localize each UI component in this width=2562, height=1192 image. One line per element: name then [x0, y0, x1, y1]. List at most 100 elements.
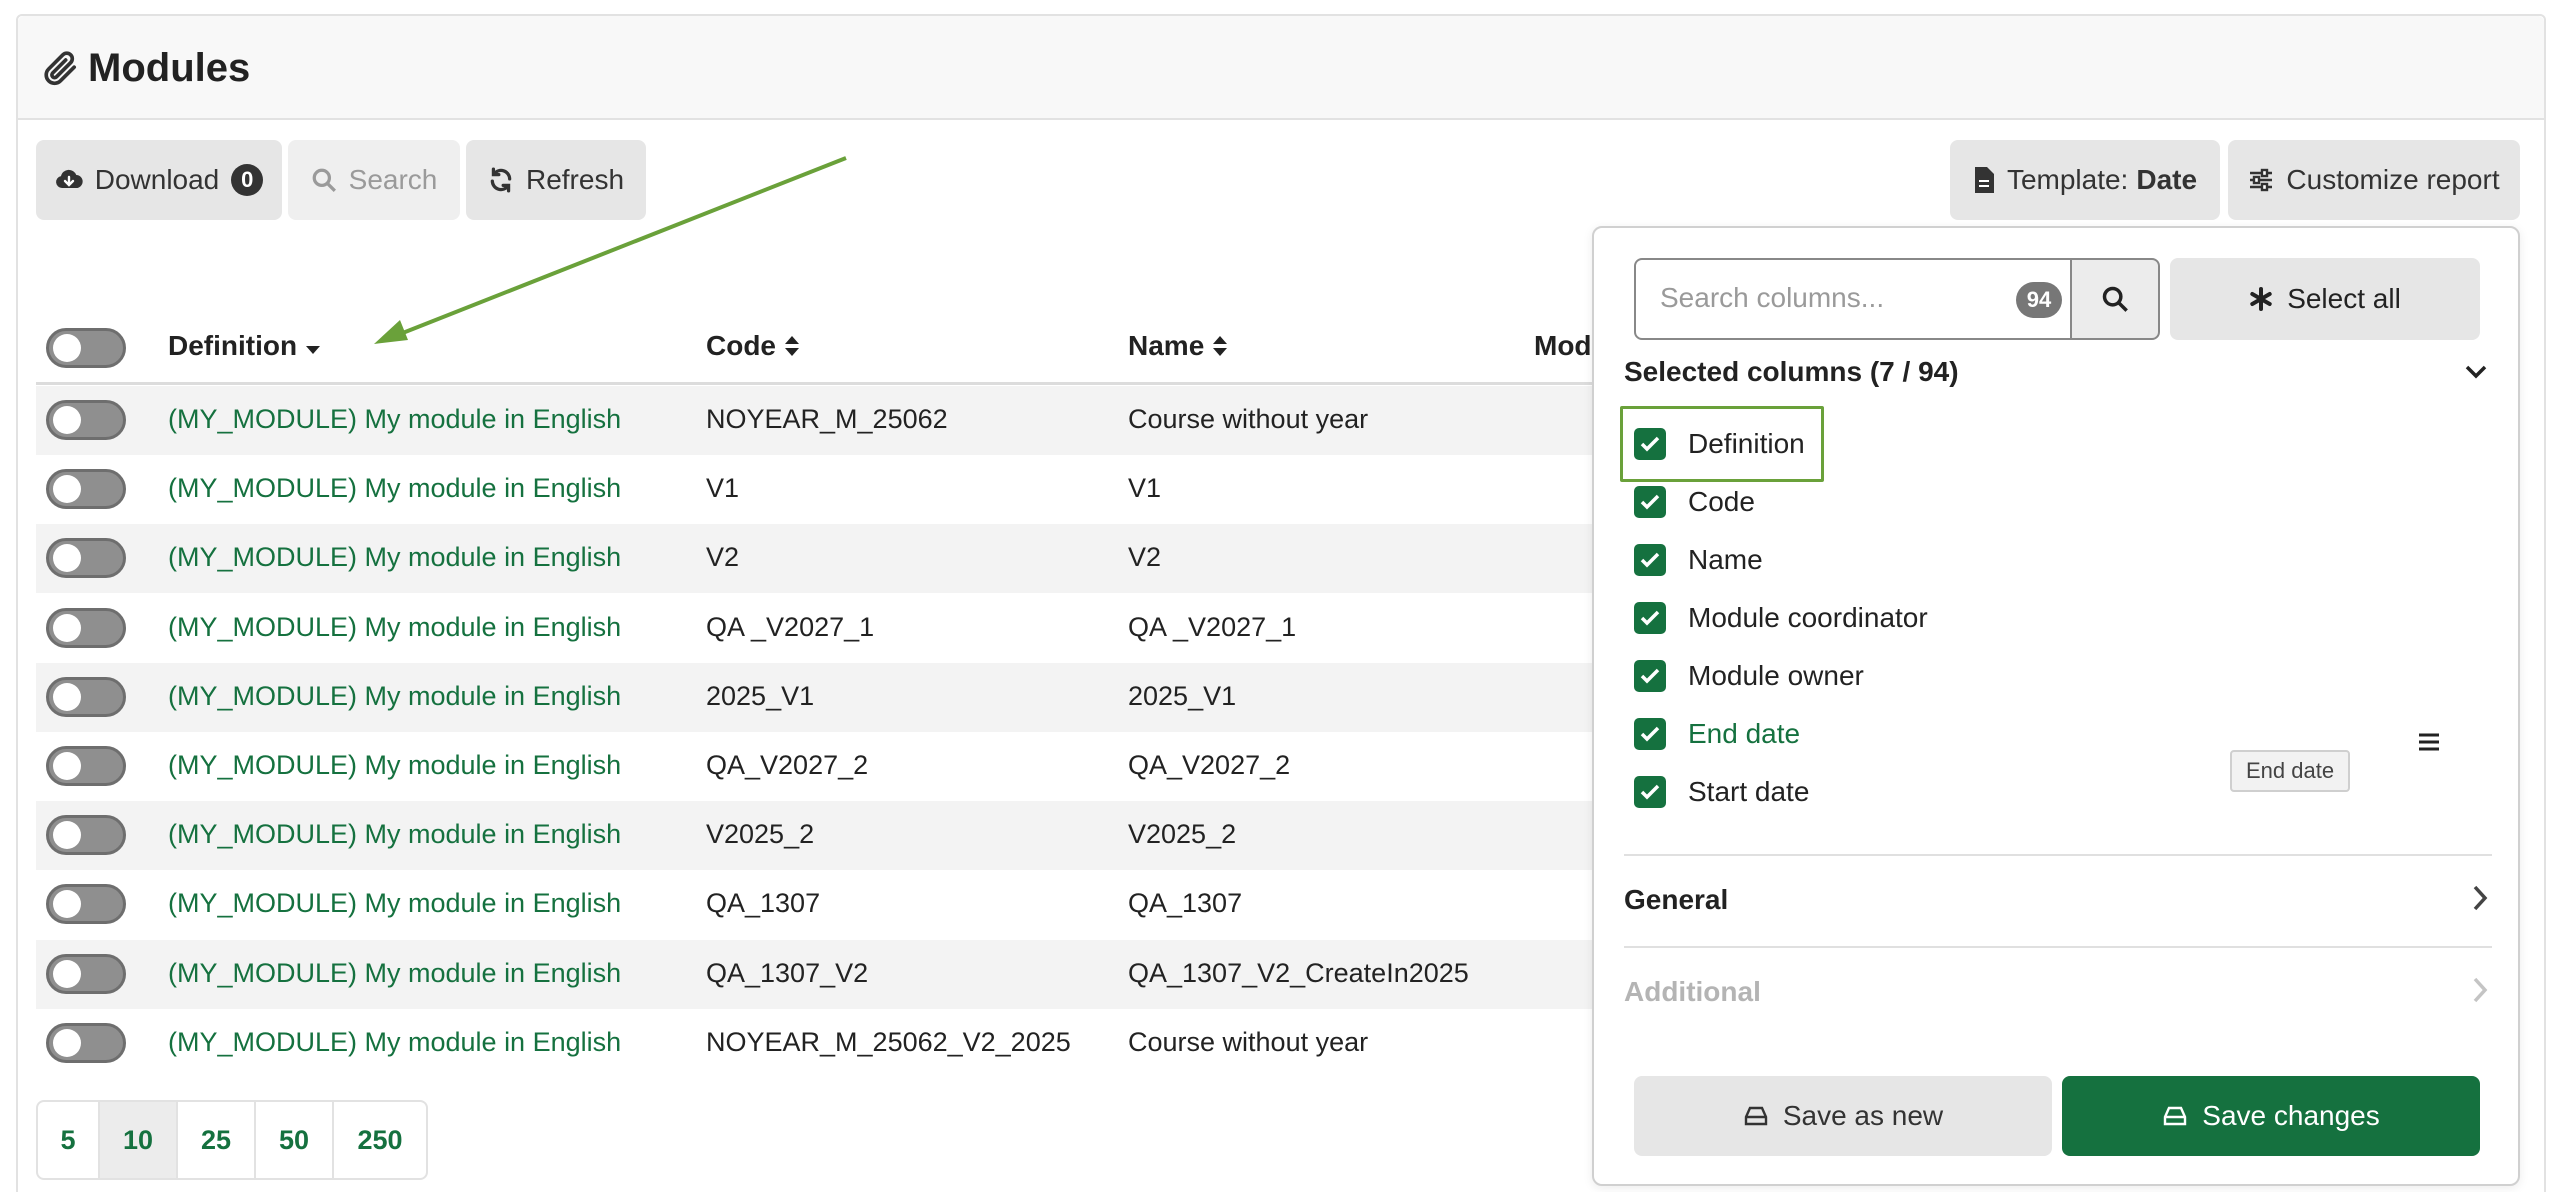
- drag-handle-icon[interactable]: [2418, 732, 2440, 752]
- template-button[interactable]: Template: Date: [1950, 140, 2220, 220]
- column-search-box: 94: [1634, 258, 2084, 340]
- definition-link[interactable]: (MY_MODULE) My module in English: [168, 542, 621, 573]
- name-cell: QA_1307: [1128, 888, 1243, 919]
- chevron-down-icon[interactable]: [2464, 364, 2488, 380]
- checkbox-checked-icon[interactable]: [1634, 776, 1666, 808]
- column-option-name[interactable]: Name: [1634, 540, 1763, 580]
- name-cell: 2025_V1: [1128, 680, 1237, 711]
- checkbox-checked-icon[interactable]: [1634, 718, 1666, 750]
- table-row: (MY_MODULE) My module in English V2025_2 V…: [36, 801, 1596, 871]
- table-row: (MY_MODULE) My module in English V1 V1: [36, 455, 1596, 524]
- sort-icon: [1213, 336, 1228, 356]
- column-header-name-label: Name: [1128, 330, 1205, 361]
- checkbox-checked-icon[interactable]: [1634, 486, 1666, 518]
- column-search-button[interactable]: [2070, 258, 2160, 340]
- table-row: (MY_MODULE) My module in English NOYEAR_M…: [36, 386, 1596, 455]
- select-all-label: Select all: [2287, 283, 2401, 314]
- column-option-definition[interactable]: Definition: [1634, 424, 1805, 464]
- save-changes-button[interactable]: Save changes: [2062, 1076, 2480, 1156]
- chevron-right-icon[interactable]: [2472, 884, 2488, 912]
- code-cell: 2025_V1: [706, 680, 815, 711]
- row-select-toggle[interactable]: [46, 400, 126, 440]
- row-select-toggle[interactable]: [46, 1022, 126, 1063]
- search-icon: [312, 168, 336, 192]
- page-size-50[interactable]: 50: [256, 1102, 334, 1178]
- code-cell: NOYEAR_M_25062_V2_2025: [706, 1026, 1071, 1057]
- search-icon: [2102, 286, 2128, 312]
- select-all-button[interactable]: Select all: [2170, 258, 2480, 340]
- name-cell: QA_1307_V2_CreateIn2025: [1128, 957, 1469, 988]
- name-cell: QA _V2027_1: [1128, 611, 1297, 642]
- row-select-toggle[interactable]: [46, 607, 126, 648]
- name-cell: V2: [1128, 542, 1162, 573]
- definition-link[interactable]: (MY_MODULE) My module in English: [168, 612, 621, 643]
- definition-link[interactable]: (MY_MODULE) My module in English: [168, 404, 621, 435]
- column-header-definition-label: Definition: [168, 330, 298, 361]
- sort-icon: [785, 336, 799, 356]
- save-changes-label: Save changes: [2202, 1100, 2380, 1131]
- section-divider: [1624, 854, 2492, 856]
- definition-link[interactable]: (MY_MODULE) My module in English: [168, 819, 621, 850]
- column-option-end-date[interactable]: End date: [1634, 714, 1800, 754]
- drag-tooltip: End date: [2230, 750, 2351, 792]
- code-cell: QA_1307: [706, 888, 821, 919]
- column-search-input[interactable]: [1660, 282, 2040, 314]
- page-size-10[interactable]: 10: [100, 1102, 178, 1178]
- column-count-badge: 94: [2016, 282, 2062, 318]
- definition-link[interactable]: (MY_MODULE) My module in English: [168, 1027, 621, 1058]
- download-button[interactable]: Download 0: [36, 140, 282, 220]
- column-header-definition[interactable]: Definition: [168, 330, 321, 362]
- row-select-toggle[interactable]: [46, 953, 126, 994]
- row-select-toggle[interactable]: [46, 884, 126, 925]
- selected-columns-title: Selected columns (7 / 94): [1624, 356, 1959, 387]
- definition-link[interactable]: (MY_MODULE) My module in English: [168, 750, 621, 781]
- column-option-module-owner[interactable]: Module owner: [1634, 656, 1864, 696]
- definition-link[interactable]: (MY_MODULE) My module in English: [168, 473, 621, 504]
- download-count-badge: 0: [231, 164, 264, 196]
- column-header-name[interactable]: Name: [1128, 330, 1228, 362]
- chevron-right-icon[interactable]: [2472, 976, 2488, 1004]
- section-general[interactable]: General: [1624, 884, 1728, 916]
- document-icon: [1974, 167, 1994, 193]
- code-cell: V2025_2: [706, 819, 815, 850]
- column-option-start-date[interactable]: Start date: [1634, 772, 1809, 812]
- checkbox-checked-icon[interactable]: [1634, 602, 1666, 634]
- page-size-selector: 5 10 25 50 250: [36, 1100, 428, 1180]
- column-header-code[interactable]: Code: [706, 330, 800, 362]
- paperclip-icon: [44, 51, 76, 86]
- page-size-250[interactable]: 250: [334, 1102, 426, 1178]
- column-option-module-coordinator[interactable]: Module coordinator: [1634, 598, 1928, 638]
- page-title: Modules: [88, 46, 251, 90]
- table-row: (MY_MODULE) My module in English NOYEAR_M…: [36, 1009, 1596, 1078]
- definition-link[interactable]: (MY_MODULE) My module in English: [168, 888, 621, 919]
- table-row: (MY_MODULE) My module in English QA_1307 Q…: [36, 870, 1596, 939]
- section-additional[interactable]: Additional: [1624, 976, 1761, 1008]
- column-option-label: Module owner: [1688, 660, 1864, 691]
- code-cell: QA_V2027_2: [706, 750, 869, 780]
- section-divider: [1624, 946, 2492, 948]
- row-select-toggle[interactable]: [46, 538, 126, 579]
- row-select-toggle[interactable]: [46, 676, 126, 717]
- select-all-rows-toggle[interactable]: [46, 328, 126, 368]
- checkbox-checked-icon[interactable]: [1634, 428, 1666, 460]
- row-select-toggle[interactable]: [46, 746, 126, 786]
- save-as-new-label: Save as new: [1782, 1100, 1944, 1131]
- column-option-code[interactable]: Code: [1634, 482, 1755, 522]
- column-option-label: End date: [1688, 718, 1801, 749]
- download-label: Download: [94, 164, 220, 195]
- row-select-toggle[interactable]: [46, 815, 126, 856]
- customize-report-button[interactable]: Customize report: [2228, 140, 2520, 220]
- save-as-new-button[interactable]: Save as new: [1634, 1076, 2052, 1156]
- checkbox-checked-icon[interactable]: [1634, 660, 1666, 692]
- definition-link[interactable]: (MY_MODULE) My module in English: [168, 681, 621, 712]
- checkbox-checked-icon[interactable]: [1634, 544, 1666, 576]
- page-size-25[interactable]: 25: [178, 1102, 256, 1178]
- asterisk-icon: [2250, 287, 2272, 311]
- column-option-label: Module coordinator: [1688, 602, 1928, 633]
- row-select-toggle[interactable]: [46, 469, 126, 510]
- sliders-icon: [2250, 168, 2273, 192]
- page-size-5[interactable]: 5: [38, 1102, 100, 1178]
- definition-link[interactable]: (MY_MODULE) My module in English: [168, 958, 621, 989]
- column-option-label: Definition: [1688, 428, 1805, 459]
- table-row: (MY_MODULE) My module in English QA _V202…: [36, 594, 1596, 663]
